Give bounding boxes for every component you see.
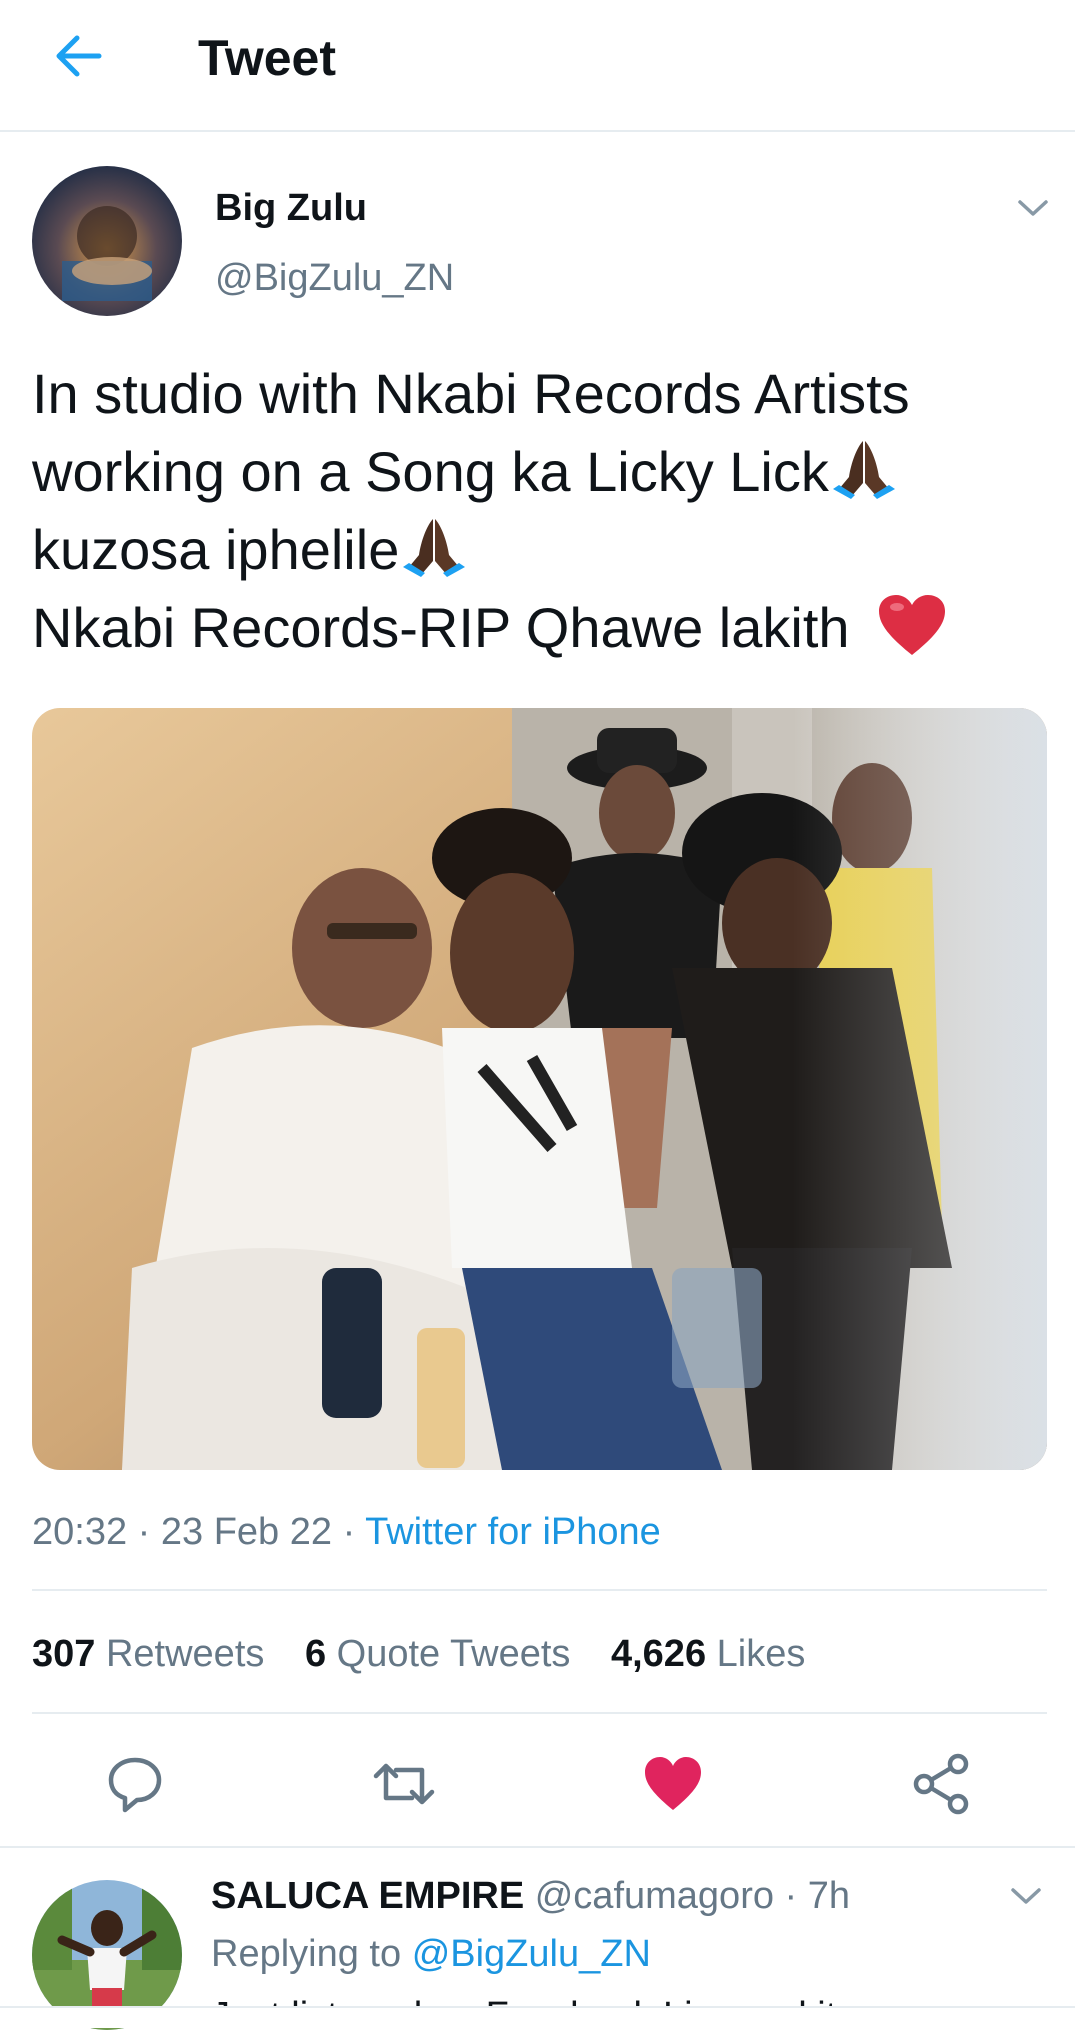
top-bar: Tweet — [0, 0, 1075, 132]
tweet-line-text: working on a Song ka Licky Lick — [32, 440, 829, 503]
retweets-label: Retweets — [105, 1633, 265, 1675]
chevron-down-icon — [1011, 1888, 1041, 1904]
red-heart-icon — [879, 595, 946, 655]
likes-count: 4,626 — [610, 1633, 707, 1675]
tweet-line-text: kuzosa iphelile — [32, 518, 400, 581]
retweet-icon — [373, 1763, 435, 1805]
reply-author-handle[interactable]: @cafumagoro — [535, 1875, 774, 1917]
retweets-count: 307 — [32, 1633, 96, 1675]
divider — [32, 1712, 1047, 1714]
retweets-stat[interactable]: 307 Retweets — [32, 1633, 264, 1675]
quote-tweets-label: Quote Tweets — [336, 1633, 571, 1675]
tweet-photo[interactable] — [32, 708, 1047, 1470]
page-title: Tweet — [198, 30, 336, 86]
author-name[interactable]: Big Zulu — [215, 185, 367, 231]
like-button[interactable] — [641, 1752, 705, 1816]
meta-separator: · — [784, 1875, 808, 1917]
share-icon — [913, 1753, 969, 1815]
replying-to-mention[interactable]: @BigZulu_ZN — [412, 1933, 651, 1975]
tweet-line: Nkabi Records-RIP Qhawe lakith — [32, 589, 1052, 667]
likes-label: Likes — [716, 1633, 806, 1675]
tweet-line-text: In studio with Nkabi Records Artists — [32, 362, 910, 425]
author-handle[interactable]: @BigZulu_ZN — [215, 255, 454, 301]
share-button[interactable] — [910, 1752, 974, 1816]
bottom-edge — [0, 2008, 1075, 2028]
reply-button[interactable] — [103, 1752, 167, 1816]
divider — [32, 1589, 1047, 1591]
avatar-image — [32, 166, 182, 316]
tweet-line: In studio with Nkabi Records Artists — [32, 355, 1052, 433]
tweet-line: kuzosa iphelile — [32, 511, 1052, 589]
arrow-left-icon — [56, 35, 102, 77]
tweet-line-text: Nkabi Records-RIP Qhawe lakith — [32, 596, 866, 659]
tweet-source-link[interactable]: Twitter for iPhone — [365, 1511, 661, 1553]
meta-separator: · — [137, 1511, 161, 1553]
tweet-options-button[interactable] — [1012, 188, 1054, 228]
like-icon — [645, 1757, 701, 1810]
folded-hands-icon — [403, 519, 466, 577]
replying-to-prefix: Replying to — [211, 1933, 402, 1975]
tweet-time: 20:32 — [32, 1511, 128, 1553]
tweet-line: working on a Song ka Licky Lick — [32, 433, 1052, 511]
meta-separator: · — [342, 1511, 366, 1553]
retweet-button[interactable] — [372, 1752, 436, 1816]
back-button[interactable] — [44, 26, 112, 86]
author-avatar[interactable] — [32, 166, 182, 316]
reply-age: 7h — [807, 1875, 851, 1917]
quote-tweets-stat[interactable]: 6 Quote Tweets — [305, 1633, 570, 1675]
reply-icon — [108, 1757, 162, 1813]
studio-photo-image — [32, 708, 1047, 1470]
replying-to-line: Replying to @BigZulu_ZN — [211, 1930, 651, 1978]
quote-tweets-count: 6 — [304, 1633, 327, 1675]
likes-stat[interactable]: 4,626 Likes — [611, 1633, 805, 1675]
folded-hands-icon — [832, 441, 895, 499]
reply-options-button[interactable] — [1005, 1876, 1047, 1916]
tweet-meta: 20:32 · 23 Feb 22 · Twitter for iPhone — [32, 1508, 661, 1556]
tweet-text: In studio with Nkabi Records Artists wor… — [32, 355, 1052, 667]
tweet-date: 23 Feb 22 — [160, 1511, 333, 1553]
chevron-down-icon — [1018, 200, 1048, 216]
reply-header: SALUCA EMPIRE @cafumagoro · 7h — [211, 1872, 850, 1920]
reply-author-name[interactable]: SALUCA EMPIRE — [211, 1875, 524, 1917]
divider — [0, 1846, 1075, 1848]
tweet-stats: 307 Retweets 6 Quote Tweets 4,626 Likes — [32, 1630, 835, 1678]
